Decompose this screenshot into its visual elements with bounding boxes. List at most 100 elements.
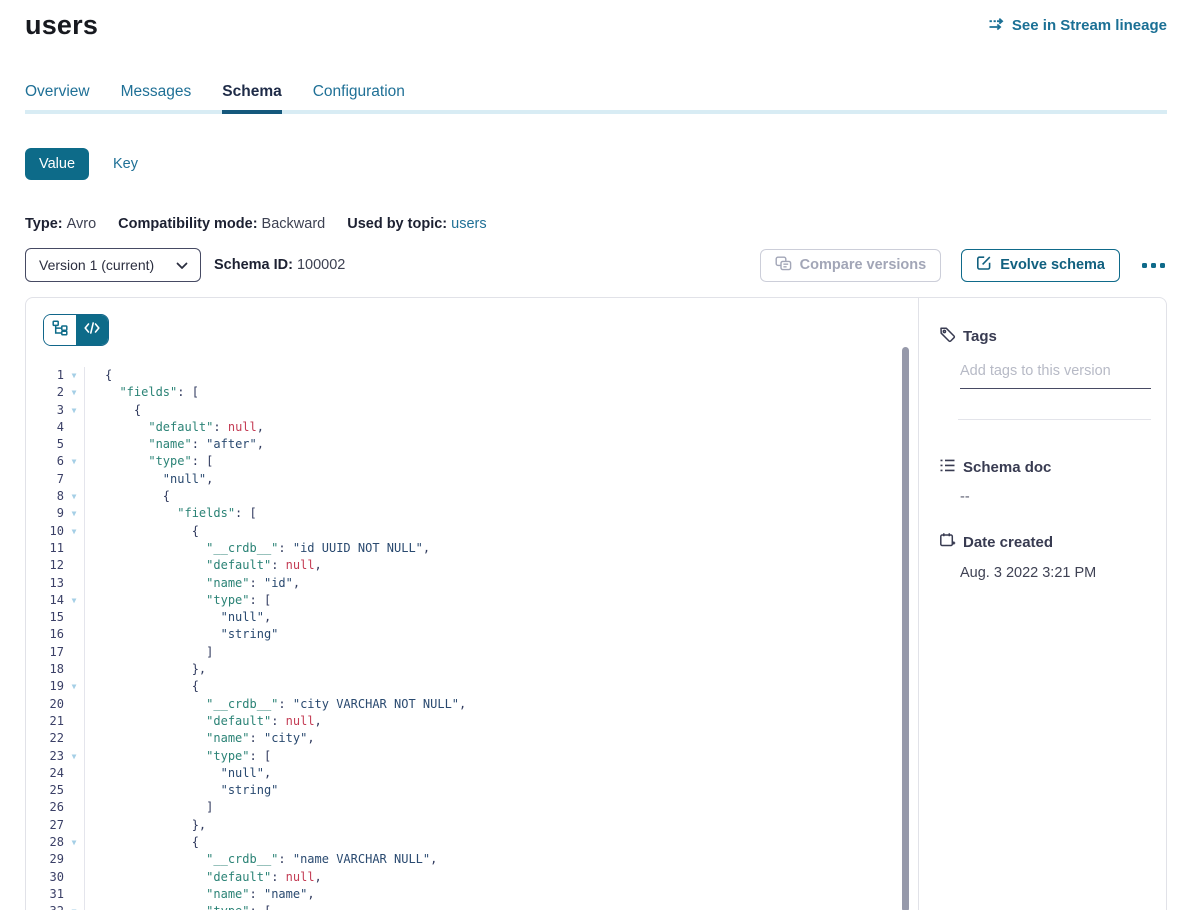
evolve-schema-button[interactable]: Evolve schema <box>961 249 1120 282</box>
chevron-down-icon <box>176 257 188 273</box>
code-line: 4 "default": null, <box>26 419 918 436</box>
line-number: 6 <box>26 453 64 470</box>
code-text: "name": "id", <box>84 575 918 592</box>
code-line: 13 "name": "id", <box>26 575 918 592</box>
fold-spacer <box>64 799 84 816</box>
line-number: 21 <box>26 713 64 730</box>
code-line: 30 "default": null, <box>26 869 918 886</box>
fold-spacer <box>64 851 84 868</box>
line-number: 23 <box>26 748 64 765</box>
code-text: "type": [ <box>84 592 918 609</box>
code-text: "default": null, <box>84 713 918 730</box>
tab-track <box>25 110 1167 114</box>
code-text: "__crdb__": "city VARCHAR NOT NULL", <box>84 696 918 713</box>
schema-actions: Compare versions Evolve schema <box>760 249 1167 282</box>
line-number: 2 <box>26 384 64 401</box>
key-tab-button[interactable]: Key <box>113 156 138 172</box>
fold-toggle-icon[interactable]: ▼ <box>64 505 84 522</box>
fold-toggle-icon[interactable]: ▼ <box>64 678 84 695</box>
code-text: "string" <box>84 626 918 643</box>
code-text: "__crdb__": "name VARCHAR NULL", <box>84 851 918 868</box>
fold-toggle-icon[interactable]: ▼ <box>64 453 84 470</box>
fold-spacer <box>64 886 84 903</box>
tab-schema[interactable]: Schema <box>222 83 281 114</box>
code-line: 12 "default": null, <box>26 557 918 574</box>
code-view-button[interactable] <box>76 315 108 345</box>
code-text: "name": "after", <box>84 436 918 453</box>
fold-toggle-icon[interactable]: ▼ <box>64 523 84 540</box>
code-line: 29 "__crdb__": "name VARCHAR NULL", <box>26 851 918 868</box>
code-text: }, <box>84 817 918 834</box>
sidebar-divider <box>958 419 1151 420</box>
fold-toggle-icon[interactable]: ▼ <box>64 592 84 609</box>
compare-versions-label: Compare versions <box>800 257 927 273</box>
tab-bar: OverviewMessagesSchemaConfiguration <box>25 83 1167 114</box>
code-text: "type": [ <box>84 903 918 910</box>
meta-item: Used by topic:users <box>347 216 486 232</box>
fold-spacer <box>64 765 84 782</box>
tags-title: Tags <box>963 328 997 345</box>
fold-toggle-icon[interactable]: ▼ <box>64 402 84 419</box>
compare-versions-button[interactable]: Compare versions <box>760 249 942 282</box>
fold-toggle-icon[interactable]: ▼ <box>64 748 84 765</box>
code-line: 17 ] <box>26 644 918 661</box>
editor-scrollbar-thumb[interactable] <box>902 347 909 910</box>
code-text: "null", <box>84 765 918 782</box>
fold-toggle-icon[interactable]: ▼ <box>64 488 84 505</box>
code-line: 6▼ "type": [ <box>26 453 918 470</box>
add-tags-input[interactable] <box>960 363 1151 389</box>
value-tab-button[interactable]: Value <box>25 148 89 180</box>
date-created-section-header: Date created <box>939 532 1150 553</box>
code-text: "default": null, <box>84 419 918 436</box>
line-number: 30 <box>26 869 64 886</box>
code-text: "default": null, <box>84 869 918 886</box>
meta-value: Avro <box>67 216 97 232</box>
fold-spacer <box>64 626 84 643</box>
tag-icon <box>939 326 956 347</box>
list-icon <box>939 458 956 477</box>
code-line: 14▼ "type": [ <box>26 592 918 609</box>
line-number: 26 <box>26 799 64 816</box>
version-select[interactable]: Version 1 (current) <box>25 248 201 282</box>
line-number: 28 <box>26 834 64 851</box>
tree-view-button[interactable] <box>44 315 76 345</box>
more-options-button[interactable] <box>1140 259 1167 272</box>
line-number: 8 <box>26 488 64 505</box>
code-line: 32▼ "type": [ <box>26 903 918 910</box>
line-number: 7 <box>26 471 64 488</box>
version-controls: Version 1 (current) Schema ID:100002 Com… <box>25 248 1167 282</box>
line-number: 13 <box>26 575 64 592</box>
line-number: 14 <box>26 592 64 609</box>
code-text: "name": "name", <box>84 886 918 903</box>
see-in-stream-lineage-link[interactable]: See in Stream lineage <box>988 16 1167 36</box>
version-select-value: Version 1 (current) <box>39 257 154 273</box>
code-view-icon <box>84 321 100 339</box>
page-header: users See in Stream lineage <box>25 0 1167 41</box>
code-text: { <box>84 402 918 419</box>
code-text: "fields": [ <box>84 505 918 522</box>
line-number: 11 <box>26 540 64 557</box>
code-text: "default": null, <box>84 557 918 574</box>
line-number: 20 <box>26 696 64 713</box>
ellipsis-icon <box>1151 263 1156 268</box>
calendar-plus-icon <box>939 532 956 553</box>
line-number: 29 <box>26 851 64 868</box>
fold-toggle-icon[interactable]: ▼ <box>64 834 84 851</box>
fold-toggle-icon[interactable]: ▼ <box>64 903 84 910</box>
page-title: users <box>25 10 98 41</box>
line-number: 27 <box>26 817 64 834</box>
code-text: ] <box>84 644 918 661</box>
fold-toggle-icon[interactable]: ▼ <box>64 367 84 384</box>
code-text: "string" <box>84 782 918 799</box>
compare-versions-icon <box>775 256 792 275</box>
line-number: 10 <box>26 523 64 540</box>
code-line: 7 "null", <box>26 471 918 488</box>
code-line: 18 }, <box>26 661 918 678</box>
key-value-toggle: Value Key <box>25 148 1167 180</box>
code-line: 3▼ { <box>26 402 918 419</box>
meta-value-link[interactable]: users <box>451 216 486 232</box>
code-text: { <box>84 678 918 695</box>
fold-toggle-icon[interactable]: ▼ <box>64 384 84 401</box>
schema-id-value: 100002 <box>297 257 345 273</box>
line-number: 9 <box>26 505 64 522</box>
